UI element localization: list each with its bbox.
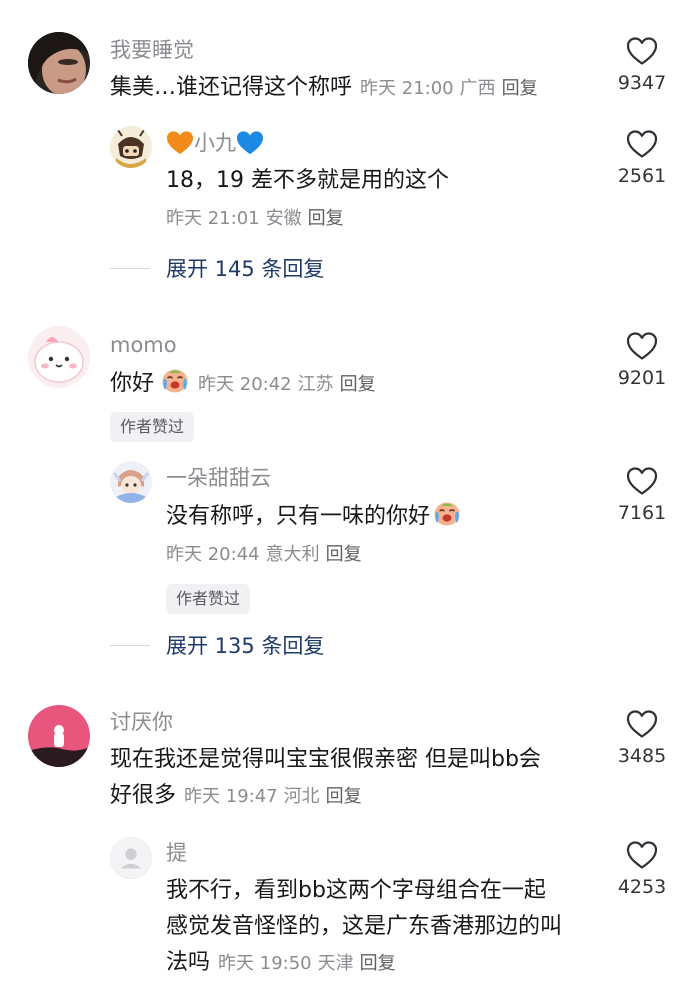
reply-button[interactable]: 回复 bbox=[326, 544, 362, 565]
comment-text: 我不行，看到bb这两个字母组合在一起 感觉发音怪怪的，这是广东香港那边的叫 法吗… bbox=[166, 873, 606, 982]
expand-replies-button[interactable]: 展开 135 条回复 bbox=[110, 630, 324, 660]
like-button[interactable]: 4253 bbox=[612, 840, 672, 897]
author-liked-badge: 作者赞过 bbox=[110, 412, 195, 442]
crying-laughing-emoji bbox=[432, 498, 462, 528]
comment-username[interactable]: 一朵甜甜云 bbox=[166, 468, 271, 489]
comment-body-line: 感觉发音怪怪的，这是广东香港那边的叫 bbox=[166, 914, 563, 939]
comment-time: 昨天 20:42 bbox=[198, 374, 292, 395]
comment-list: 我要睡觉 集美…谁还记得这个称呼 昨天 21:00 广西 回复 9347 小九 18，… bbox=[0, 0, 690, 991]
like-count: 3485 bbox=[617, 745, 667, 767]
orange-heart-emoji bbox=[166, 130, 194, 156]
username-text: 小九 bbox=[194, 131, 236, 155]
comment-time: 昨天 21:01 bbox=[166, 208, 260, 229]
comment-text: 现在我还是觉得叫宝宝很假亲密 但是叫bb会 好很多 昨天 19:47 河北 回复 bbox=[110, 742, 600, 815]
heart-outline-icon bbox=[626, 331, 658, 361]
expand-replies-label: 展开 135 条回复 bbox=[166, 634, 325, 658]
comment-username[interactable]: momo bbox=[110, 335, 177, 356]
like-count: 9347 bbox=[617, 72, 667, 94]
comment-location: 安徽 bbox=[265, 208, 302, 229]
comment-body: 集美…谁还记得这个称呼 bbox=[110, 75, 353, 100]
blue-heart-emoji bbox=[236, 130, 264, 156]
comment-username[interactable]: 提 bbox=[166, 843, 187, 864]
comment-text: 集美…谁还记得这个称呼 昨天 21:00 广西 回复 bbox=[110, 70, 538, 107]
crying-laughing-emoji bbox=[160, 365, 190, 395]
comment-text: 没有称呼，只有一味的你好 bbox=[166, 498, 462, 535]
avatar[interactable] bbox=[28, 326, 90, 388]
like-button[interactable]: 9201 bbox=[612, 331, 672, 388]
author-liked-badge: 作者赞过 bbox=[166, 584, 251, 614]
comment-body-line-2: 好很多 昨天 19:47 河北 回复 bbox=[110, 778, 600, 815]
avatar[interactable] bbox=[110, 837, 152, 879]
comment-body-line: 我不行，看到bb这两个字母组合在一起 bbox=[166, 878, 546, 903]
comment-time: 昨天 19:50 bbox=[218, 953, 312, 974]
avatar[interactable] bbox=[28, 32, 90, 94]
comment-location: 广西 bbox=[459, 78, 496, 99]
heart-outline-icon bbox=[626, 466, 658, 496]
comment-body-line: 现在我还是觉得叫宝宝很假亲密 但是叫bb会 bbox=[110, 747, 541, 772]
like-count: 2561 bbox=[617, 165, 667, 187]
expand-replies-label: 展开 145 条回复 bbox=[166, 257, 325, 281]
like-button[interactable]: 2561 bbox=[612, 129, 672, 186]
comment-time: 昨天 21:00 bbox=[360, 78, 454, 99]
divider bbox=[110, 267, 150, 269]
comment-location: 河北 bbox=[283, 786, 320, 807]
comment-body: 18，19 差不多就是用的这个 bbox=[166, 168, 449, 193]
comment-text: 你好 昨天 20:42 江苏 回复 bbox=[110, 365, 376, 403]
avatar[interactable] bbox=[110, 461, 152, 503]
reply-button[interactable]: 回复 bbox=[502, 78, 538, 99]
comment-body: 你好 bbox=[110, 371, 155, 396]
avatar[interactable] bbox=[28, 705, 90, 767]
like-button[interactable]: 3485 bbox=[612, 709, 672, 766]
comment-location: 意大利 bbox=[265, 544, 320, 565]
comment-body-line: 法吗 bbox=[166, 950, 211, 975]
comment-time: 昨天 20:44 bbox=[166, 544, 260, 565]
divider bbox=[110, 644, 150, 646]
comment-body: 没有称呼，只有一味的你好 bbox=[166, 504, 431, 529]
avatar[interactable] bbox=[110, 126, 152, 168]
like-count: 9201 bbox=[617, 367, 667, 389]
reply-button[interactable]: 回复 bbox=[360, 953, 396, 974]
comment-location: 天津 bbox=[317, 953, 354, 974]
reply-button[interactable]: 回复 bbox=[308, 208, 344, 229]
comment-body-line-3: 法吗 昨天 19:50 天津 回复 bbox=[166, 945, 606, 982]
like-count: 4253 bbox=[617, 876, 667, 898]
expand-replies-button[interactable]: 展开 145 条回复 bbox=[110, 253, 324, 283]
comment-username[interactable]: 小九 bbox=[166, 130, 264, 156]
comment-time: 昨天 19:47 bbox=[184, 786, 278, 807]
comment-body-line: 好很多 bbox=[110, 783, 177, 808]
comment-location: 江苏 bbox=[297, 374, 334, 395]
reply-button[interactable]: 回复 bbox=[326, 786, 362, 807]
comment-meta: 昨天 21:01 安徽 回复 bbox=[166, 210, 344, 228]
like-button[interactable]: 9347 bbox=[612, 36, 672, 93]
comment-meta: 昨天 20:44 意大利 回复 bbox=[166, 546, 362, 564]
reply-button[interactable]: 回复 bbox=[340, 374, 376, 395]
comment-username[interactable]: 我要睡觉 bbox=[110, 40, 194, 61]
heart-outline-icon bbox=[626, 709, 658, 739]
like-count: 7161 bbox=[617, 502, 667, 524]
comment-username[interactable]: 讨厌你 bbox=[110, 712, 173, 733]
like-button[interactable]: 7161 bbox=[612, 466, 672, 523]
heart-outline-icon bbox=[626, 129, 658, 159]
heart-outline-icon bbox=[626, 840, 658, 870]
heart-outline-icon bbox=[626, 36, 658, 66]
